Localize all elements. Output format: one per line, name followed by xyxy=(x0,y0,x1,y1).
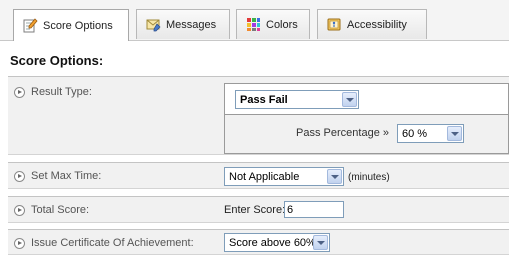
page-title: Score Options: xyxy=(10,53,104,68)
total-score-label-group: Total Score: xyxy=(14,204,89,216)
arrow-bullet-icon xyxy=(14,86,25,98)
chevron-down-icon[interactable] xyxy=(327,169,342,184)
tab-label: Accessibility xyxy=(347,18,407,31)
score-input[interactable] xyxy=(284,201,344,218)
tab-colors[interactable]: Colors xyxy=(236,9,310,39)
result-type-label-group: Result Type: xyxy=(14,86,92,98)
envelope-edit-icon xyxy=(146,17,161,32)
total-score-label: Total Score: xyxy=(31,204,90,216)
tab-label: Colors xyxy=(266,18,298,31)
chevron-down-icon[interactable] xyxy=(342,92,357,107)
arrow-bullet-icon xyxy=(14,204,25,216)
pass-percentage-select[interactable]: 60 % xyxy=(397,124,464,143)
chevron-down-icon[interactable] xyxy=(447,126,462,141)
tab-score-options[interactable]: Score Options xyxy=(13,9,129,41)
certificate-label: Issue Certificate Of Achievement: xyxy=(31,237,194,249)
arrow-bullet-icon xyxy=(14,170,25,182)
result-type-select-area: Pass Fail xyxy=(225,84,508,115)
certificate-value: Score above 60% xyxy=(229,236,316,249)
tab-label: Messages xyxy=(166,18,217,31)
result-type-select[interactable]: Pass Fail xyxy=(235,90,359,109)
tab-messages[interactable]: Messages xyxy=(136,9,230,39)
tab-strip: Score Options Messages Colors Accessibil… xyxy=(0,0,509,41)
pass-percentage-area: Pass Percentage » 60 % xyxy=(225,115,508,153)
result-type-label: Result Type: xyxy=(31,86,92,98)
max-time-unit: (minutes) xyxy=(348,172,390,183)
certificate-select[interactable]: Score above 60% xyxy=(224,233,330,252)
max-time-value: Not Applicable xyxy=(229,170,300,183)
certificate-row: Issue Certificate Of Achievement: Score … xyxy=(8,229,509,255)
accessibility-book-icon xyxy=(327,17,342,32)
result-type-value: Pass Fail xyxy=(240,93,288,106)
arrow-bullet-icon xyxy=(14,237,25,249)
color-palette-icon xyxy=(246,17,261,32)
pass-percentage-value: 60 % xyxy=(402,127,428,140)
pass-percentage-label: Pass Percentage » xyxy=(296,127,389,139)
result-type-panel: Pass Fail Pass Percentage » 60 % xyxy=(224,83,509,154)
result-type-row: Result Type: Pass Fail Pass Percentage »… xyxy=(8,76,509,155)
total-score-row: Total Score: Enter Score: xyxy=(8,196,509,223)
max-time-row: Set Max Time: Not Applicable (minutes) xyxy=(8,162,509,189)
certificate-label-group: Issue Certificate Of Achievement: xyxy=(14,237,194,249)
tab-label: Score Options xyxy=(43,19,113,32)
chevron-down-icon[interactable] xyxy=(313,235,328,250)
max-time-label-group: Set Max Time: xyxy=(14,170,101,182)
pencil-paper-icon xyxy=(23,18,38,33)
tab-accessibility[interactable]: Accessibility xyxy=(317,9,427,39)
max-time-label: Set Max Time: xyxy=(31,170,102,182)
max-time-select[interactable]: Not Applicable xyxy=(224,167,344,186)
enter-score-label: Enter Score: xyxy=(224,204,286,216)
